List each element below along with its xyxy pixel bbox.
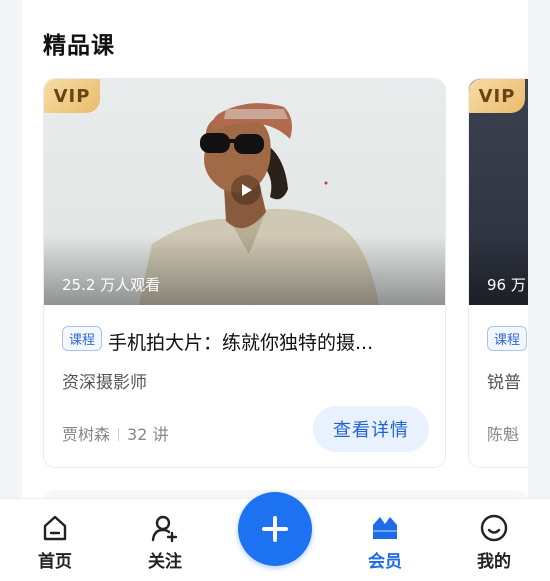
tab-label: 我的	[477, 552, 511, 572]
tab-follow[interactable]: 关注	[130, 511, 200, 572]
create-button[interactable]	[238, 492, 312, 566]
tab-label: 首页	[38, 552, 72, 572]
author-info: 贾树森 32 讲	[62, 421, 168, 445]
tab-profile[interactable]: 我的	[459, 511, 529, 572]
tab-label: 会员	[368, 552, 402, 572]
home-icon	[38, 511, 72, 545]
profile-smile-icon	[477, 511, 511, 545]
author-name: 贾树森	[62, 425, 111, 444]
vip-badge: VIP	[469, 79, 525, 113]
divider	[118, 428, 120, 441]
play-icon[interactable]	[231, 175, 261, 205]
course-thumbnail[interactable]: VIP 96 万	[469, 79, 528, 305]
course-tag: 课程	[62, 326, 103, 351]
author-name: 陈魁	[487, 425, 520, 444]
add-user-icon	[148, 511, 182, 545]
course-card[interactable]: VIP 25.2 万人观看 课程 手机拍大片：练就你独特的摄... 资深摄影师 …	[43, 78, 446, 468]
course-title[interactable]: 手机拍大片：练就你独特的摄...	[108, 328, 433, 355]
course-thumbnail[interactable]: VIP 25.2 万人观看	[44, 79, 445, 305]
tab-vip[interactable]: 会员	[350, 511, 420, 572]
tab-label: 关注	[148, 552, 182, 572]
course-subtitle: 资深摄影师	[62, 373, 147, 393]
lesson-count: 32 讲	[127, 425, 169, 444]
tab-home[interactable]: 首页	[20, 511, 90, 572]
section-title: 精品课	[43, 33, 115, 59]
view-count: 25.2 万人观看	[62, 276, 161, 294]
course-tag: 课程	[487, 326, 528, 351]
vip-crown-icon	[368, 511, 402, 545]
view-details-button[interactable]: 查看详情	[313, 406, 429, 452]
view-count: 96 万	[487, 276, 526, 294]
author-info: 陈魁	[487, 421, 519, 445]
plus-icon	[262, 516, 288, 542]
course-panel: 精品课 VIP 25.2 万人观看 课程 手机拍大片：练就你独特的摄... 资深…	[22, 0, 528, 520]
vip-badge: VIP	[44, 79, 100, 113]
course-card[interactable]: VIP 96 万 课程 锐普 陈魁	[468, 78, 528, 468]
course-subtitle: 锐普	[487, 373, 521, 393]
